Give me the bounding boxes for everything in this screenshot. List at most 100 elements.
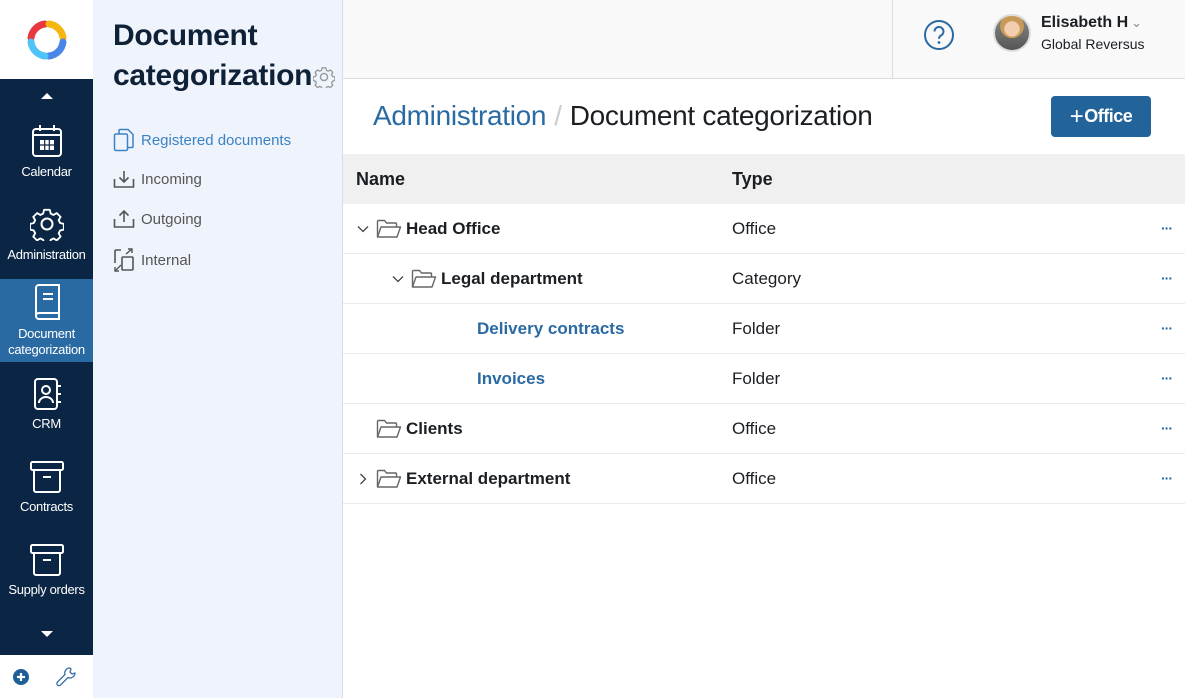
logo-icon (27, 20, 66, 59)
outbox-upload-icon (113, 209, 135, 228)
nav-item-label: Calendar (21, 164, 72, 179)
row-name-text: Clients (406, 419, 463, 438)
cell-type: Office (732, 219, 777, 238)
cell-name[interactable]: Invoices (477, 354, 545, 404)
sidebar-link-internal[interactable]: Internal (113, 248, 191, 272)
main-nav: Calendar Administration Document categor… (0, 0, 93, 698)
cell-type: Folder (732, 369, 781, 388)
row-name-text[interactable]: Invoices (477, 369, 545, 389)
section-title: Document categorization (113, 16, 313, 96)
settings-gear-icon[interactable] (313, 66, 335, 88)
breadcrumb-link-administration[interactable]: Administration (373, 100, 547, 131)
sidebar-link-label: Incoming (141, 170, 202, 188)
nav-item-label: Document categorization (8, 326, 85, 357)
cell-name[interactable]: Delivery contracts (477, 304, 624, 354)
documents-icon (113, 128, 134, 152)
sidebar-link-incoming[interactable]: Incoming (113, 169, 202, 189)
nav-item-label: CRM (32, 416, 61, 431)
table-body: Head Office Office ··· Legal department Cate… (343, 204, 1185, 504)
nav-item-administration[interactable]: Administration (0, 207, 93, 277)
table-row[interactable]: Delivery contracts Folder ··· (343, 304, 1185, 354)
top-header: Elisabeth H ⌄ Global Reversus (343, 0, 1185, 79)
row-name-text: Head Office (406, 219, 501, 238)
cell-name: Legal department (391, 254, 583, 304)
app-logo[interactable] (0, 0, 93, 79)
triangle-up-icon (40, 93, 53, 99)
user-menu[interactable]: Elisabeth H ⌄ Global Reversus (993, 14, 1145, 52)
cell-name: Head Office (356, 204, 500, 254)
cell-type: Office (732, 469, 777, 488)
row-more-actions-button[interactable]: ··· (1161, 270, 1173, 286)
gear-icon (29, 208, 64, 241)
section-sidebar: Document categorization Registered docum… (93, 0, 343, 698)
sidebar-link-outgoing[interactable]: Outgoing (113, 209, 202, 229)
table-row[interactable]: Legal department Category ··· (343, 254, 1185, 304)
table-row[interactable]: Clients Office ··· (343, 404, 1185, 454)
user-name: Elisabeth H ⌄ (1041, 14, 1145, 32)
nav-item-document-categorization[interactable]: Document categorization (0, 279, 93, 362)
calendar-icon (31, 125, 62, 157)
table-row[interactable]: External department Office ··· (343, 454, 1185, 504)
chevron-right-icon[interactable] (359, 473, 367, 485)
contact-book-icon (33, 378, 61, 410)
row-name-text: Legal department (441, 269, 583, 288)
row-more-actions-button[interactable]: ··· (1161, 220, 1173, 236)
section-title-text: Document categorization (113, 19, 313, 92)
add-circle-icon[interactable] (13, 669, 29, 685)
table-row[interactable]: Invoices Folder ··· (343, 354, 1185, 404)
nav-item-crm[interactable]: CRM (0, 378, 93, 448)
sidebar-link-label: Internal (141, 251, 192, 269)
cell-type: Category (732, 269, 801, 288)
app-root: Calendar Administration Document categor… (0, 0, 1185, 698)
header-divider (892, 0, 893, 79)
nav-item-calendar[interactable]: Calendar (0, 124, 93, 194)
folder-icon (376, 419, 402, 438)
categories-table: Name Type Head Office Office ··· Legal depa… (343, 154, 1185, 504)
table-row[interactable]: Head Office Office ··· (343, 204, 1185, 254)
column-header-type[interactable]: Type (732, 169, 773, 190)
nav-bottom-bar (0, 655, 93, 698)
row-name-text[interactable]: Delivery contracts (477, 319, 624, 339)
expand-toggle[interactable] (391, 275, 405, 283)
nav-scroll-up-button[interactable] (0, 86, 93, 106)
add-office-button[interactable]: + Office (1051, 96, 1151, 137)
row-more-actions-button[interactable]: ··· (1161, 420, 1173, 436)
cell-type: Office (732, 419, 777, 438)
sidebar-link-registered-documents[interactable]: Registered documents (113, 128, 291, 152)
user-organization: Global Reversus (1041, 36, 1145, 52)
internal-transfer-icon (114, 248, 134, 272)
expand-toggle[interactable] (356, 473, 370, 485)
folder-icon (411, 269, 437, 288)
page-title: Document categorization (569, 100, 873, 131)
row-more-actions-button[interactable]: ··· (1161, 320, 1173, 336)
nav-item-contracts[interactable]: Contracts (0, 461, 93, 531)
user-info: Elisabeth H ⌄ Global Reversus (1041, 14, 1145, 52)
sidebar-link-label: Registered documents (141, 131, 292, 149)
expand-toggle[interactable] (356, 225, 370, 233)
cell-name: Clients (356, 404, 463, 454)
archive-box-icon (29, 461, 64, 493)
help-icon[interactable] (923, 19, 955, 51)
row-more-actions-button[interactable]: ··· (1161, 470, 1173, 486)
column-header-name[interactable]: Name (356, 169, 405, 190)
row-name-text: External department (406, 469, 571, 488)
add-button-label: Office (1084, 106, 1133, 126)
row-more-actions-button[interactable]: ··· (1161, 370, 1173, 386)
triangle-down-icon (40, 631, 53, 637)
breadcrumb-separator: / (554, 100, 562, 131)
cell-name: External department (356, 454, 570, 504)
chevron-down-icon[interactable] (392, 275, 404, 283)
user-name-text: Elisabeth H (1041, 14, 1129, 31)
wrench-icon[interactable] (55, 666, 77, 688)
chevron-down-icon[interactable] (357, 225, 369, 233)
folder-icon (376, 219, 402, 238)
archive-box-icon (29, 544, 64, 576)
folder-icon (376, 469, 402, 488)
chevron-down-icon: ⌄ (1131, 15, 1143, 30)
avatar (993, 14, 1031, 52)
nav-item-supply-orders[interactable]: Supply orders (0, 544, 93, 614)
nav-item-label: Supply orders (8, 582, 85, 597)
sidebar-link-label: Outgoing (141, 210, 202, 228)
plus-icon: + (1069, 102, 1084, 130)
nav-scroll-down-button[interactable] (0, 624, 93, 644)
